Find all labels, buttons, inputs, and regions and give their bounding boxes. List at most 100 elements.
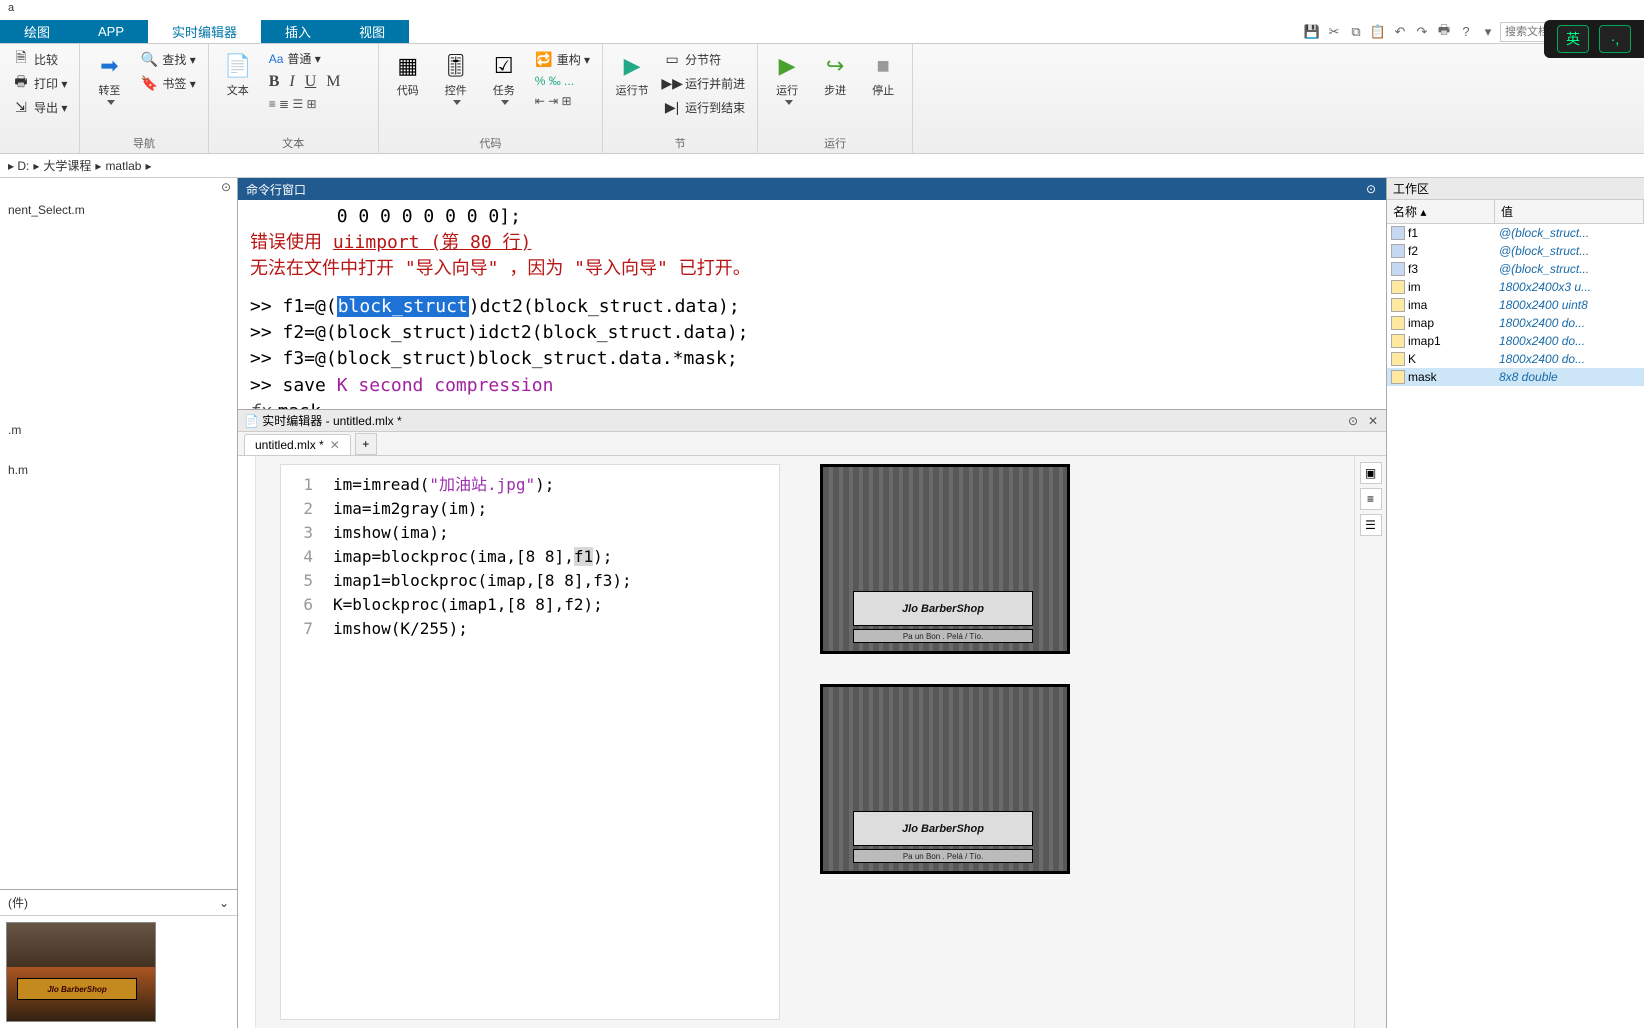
- controls-button[interactable]: 🎚控件: [435, 48, 477, 109]
- compare-button[interactable]: 🗎比较: [8, 48, 71, 70]
- ribbon-group-title: 导航: [88, 133, 199, 151]
- workspace-row[interactable]: imap11800x2400 do...: [1387, 332, 1644, 350]
- breadcrumb-segment[interactable]: 大学课程: [43, 157, 91, 174]
- workspace-row[interactable]: f3@(block_struct...: [1387, 260, 1644, 278]
- file-item[interactable]: nent_Select.m: [4, 200, 233, 220]
- resources-icon[interactable]: ▾: [1478, 22, 1498, 42]
- close-icon[interactable]: ✕: [330, 438, 340, 452]
- minimize-icon[interactable]: ⊙: [219, 180, 233, 194]
- code-line: K=blockproc(imap1,[8 8],f2);: [333, 593, 767, 617]
- section-break-button[interactable]: ▭分节符: [659, 48, 749, 70]
- section-icon: ▭: [663, 50, 681, 68]
- minimize-icon[interactable]: ⊙: [1346, 414, 1360, 428]
- editor-header: 📄 实时编辑器 - untitled.mlx * ⊙✕: [238, 410, 1386, 432]
- ribbon-group-file: 🗎比较 🖶打印 ▾ ⇲导出 ▾: [0, 44, 80, 153]
- code-line: imap=blockproc(ima,[8 8],f1);: [333, 545, 767, 569]
- cut-icon[interactable]: ✂: [1324, 22, 1344, 42]
- tab-view[interactable]: 视图: [335, 20, 409, 43]
- find-button[interactable]: 🔍查找 ▾: [136, 48, 199, 70]
- copy-icon[interactable]: ⧉: [1346, 22, 1366, 42]
- tab-insert[interactable]: 插入: [261, 20, 335, 43]
- undo-icon[interactable]: ↶: [1390, 22, 1410, 42]
- output-right-button[interactable]: ▣: [1360, 462, 1382, 484]
- comment-buttons[interactable]: % ‰ ...: [531, 72, 594, 90]
- export-button[interactable]: ⇲导出 ▾: [8, 96, 71, 118]
- bookmark-button[interactable]: 🔖书签 ▾: [136, 72, 199, 94]
- workspace-header: 工作区: [1387, 178, 1644, 200]
- run-advance-button[interactable]: ▶▶运行并前进: [659, 72, 749, 94]
- ws-col-name[interactable]: 名称 ▴: [1387, 200, 1495, 223]
- editor-tab[interactable]: untitled.mlx *✕: [244, 434, 351, 455]
- breadcrumb-segment[interactable]: matlab: [105, 159, 141, 173]
- cmd-prompt[interactable]: fx mask: [250, 401, 1374, 410]
- text-button[interactable]: 📄 文本: [217, 48, 259, 102]
- text-style-dropdown[interactable]: Aa 普通 ▾: [265, 48, 345, 69]
- list-buttons[interactable]: ≡ ≣ ☰ ⊞: [265, 95, 345, 113]
- run-to-end-button[interactable]: ▶|运行到结束: [659, 96, 749, 118]
- indent-buttons[interactable]: ⇤ ⇥ ⊞: [531, 92, 594, 110]
- refactor-icon: 🔁: [535, 50, 553, 68]
- ribbon-group-title: [8, 149, 71, 151]
- file-preview: Jlo BarberShop: [0, 916, 237, 1028]
- code-button[interactable]: ▦代码: [387, 48, 429, 102]
- output-image-1: Jlo BarberShop Pa un Bon . Pelá / Tío.: [820, 464, 1070, 654]
- code-area[interactable]: im=imread("加油站.jpg"); ima=im2gray(im); i…: [321, 465, 779, 649]
- tab-live-editor[interactable]: 实时编辑器: [148, 20, 261, 43]
- workspace-row[interactable]: f2@(block_struct...: [1387, 242, 1644, 260]
- breadcrumb[interactable]: ▸ D: ▸ 大学课程 ▸ matlab ▸: [0, 154, 1644, 178]
- variable-icon: [1391, 352, 1405, 366]
- code-pane[interactable]: 1234567 im=imread("加油站.jpg"); ima=im2gra…: [280, 464, 780, 1020]
- variable-name: imap1: [1408, 334, 1441, 348]
- text-format-buttons[interactable]: B I U M: [265, 71, 345, 93]
- breadcrumb-segment[interactable]: ▸ D:: [8, 159, 29, 173]
- goto-button[interactable]: ➡ 转至: [88, 48, 130, 109]
- line-gutter: 1234567: [281, 465, 321, 641]
- ribbon-group-section: ▶运行节 ▭分节符 ▶▶运行并前进 ▶|运行到结束 节: [603, 44, 758, 153]
- tab-app[interactable]: APP: [74, 20, 148, 43]
- chevron-down-icon: [501, 100, 509, 105]
- minimize-icon[interactable]: ⊙: [1364, 182, 1378, 196]
- workspace-row[interactable]: ima1800x2400 uint8: [1387, 296, 1644, 314]
- title-bar: a: [0, 0, 1644, 20]
- ime-punct-key[interactable]: ·,: [1599, 25, 1631, 53]
- help-icon[interactable]: ?: [1456, 22, 1476, 42]
- ws-col-value[interactable]: 值: [1495, 200, 1644, 223]
- details-header[interactable]: (件)⌄: [0, 890, 237, 916]
- print-icon[interactable]: 🖶: [1434, 22, 1454, 42]
- workspace-columns[interactable]: 名称 ▴ 值: [1387, 200, 1644, 224]
- workspace-row[interactable]: imap1800x2400 do...: [1387, 314, 1644, 332]
- ime-indicator[interactable]: 英 ·,: [1544, 20, 1644, 58]
- workspace-row[interactable]: f1@(block_struct...: [1387, 224, 1644, 242]
- error-link[interactable]: uiimport (第 80 行): [333, 232, 532, 253]
- ribbon-tabs: 绘图 APP 实时编辑器 插入 视图 💾 ✂ ⧉ 📋 ↶ ↷ 🖶 ? ▾: [0, 20, 1644, 44]
- command-window[interactable]: 0 0 0 0 0 0 0 0]; 错误使用 uiimport (第 80 行)…: [238, 200, 1386, 410]
- step-button[interactable]: ↪步进: [814, 48, 856, 102]
- save-icon[interactable]: 💾: [1302, 22, 1322, 42]
- workspace-row[interactable]: mask8x8 double: [1387, 368, 1644, 386]
- workspace-row[interactable]: K1800x2400 do...: [1387, 350, 1644, 368]
- tasks-button[interactable]: ☑任务: [483, 48, 525, 109]
- new-tab-button[interactable]: +: [355, 433, 377, 455]
- run-button[interactable]: ▶运行: [766, 48, 808, 109]
- output-inline-button[interactable]: ≡: [1360, 488, 1382, 510]
- print-button[interactable]: 🖶打印 ▾: [8, 72, 71, 94]
- run-section-button[interactable]: ▶运行节: [611, 48, 653, 102]
- workspace-row[interactable]: im1800x2400x3 u...: [1387, 278, 1644, 296]
- current-folder-panel: ⊙ nent_Select.m .m h.m (件)⌄ Jlo BarberSh…: [0, 178, 238, 1028]
- workspace-list[interactable]: f1@(block_struct...f2@(block_struct...f3…: [1387, 224, 1644, 1028]
- editor-tab-bar: untitled.mlx *✕ +: [238, 432, 1386, 456]
- file-item[interactable]: h.m: [4, 460, 233, 480]
- stop-button[interactable]: ■停止: [862, 48, 904, 102]
- paste-icon[interactable]: 📋: [1368, 22, 1388, 42]
- task-icon: ☑: [490, 52, 518, 80]
- cmd-line: >> f1=@(block_struct)dct2(block_struct.d…: [250, 294, 1374, 320]
- chevron-down-icon: [453, 100, 461, 105]
- tab-plot[interactable]: 绘图: [0, 20, 74, 43]
- output-hide-button[interactable]: ☰: [1360, 514, 1382, 536]
- file-item[interactable]: .m: [4, 420, 233, 440]
- ime-lang-key[interactable]: 英: [1557, 25, 1589, 53]
- refactor-button[interactable]: 🔁重构 ▾: [531, 48, 594, 70]
- redo-icon[interactable]: ↷: [1412, 22, 1432, 42]
- variable-name: ima: [1408, 298, 1427, 312]
- close-icon[interactable]: ✕: [1366, 414, 1380, 428]
